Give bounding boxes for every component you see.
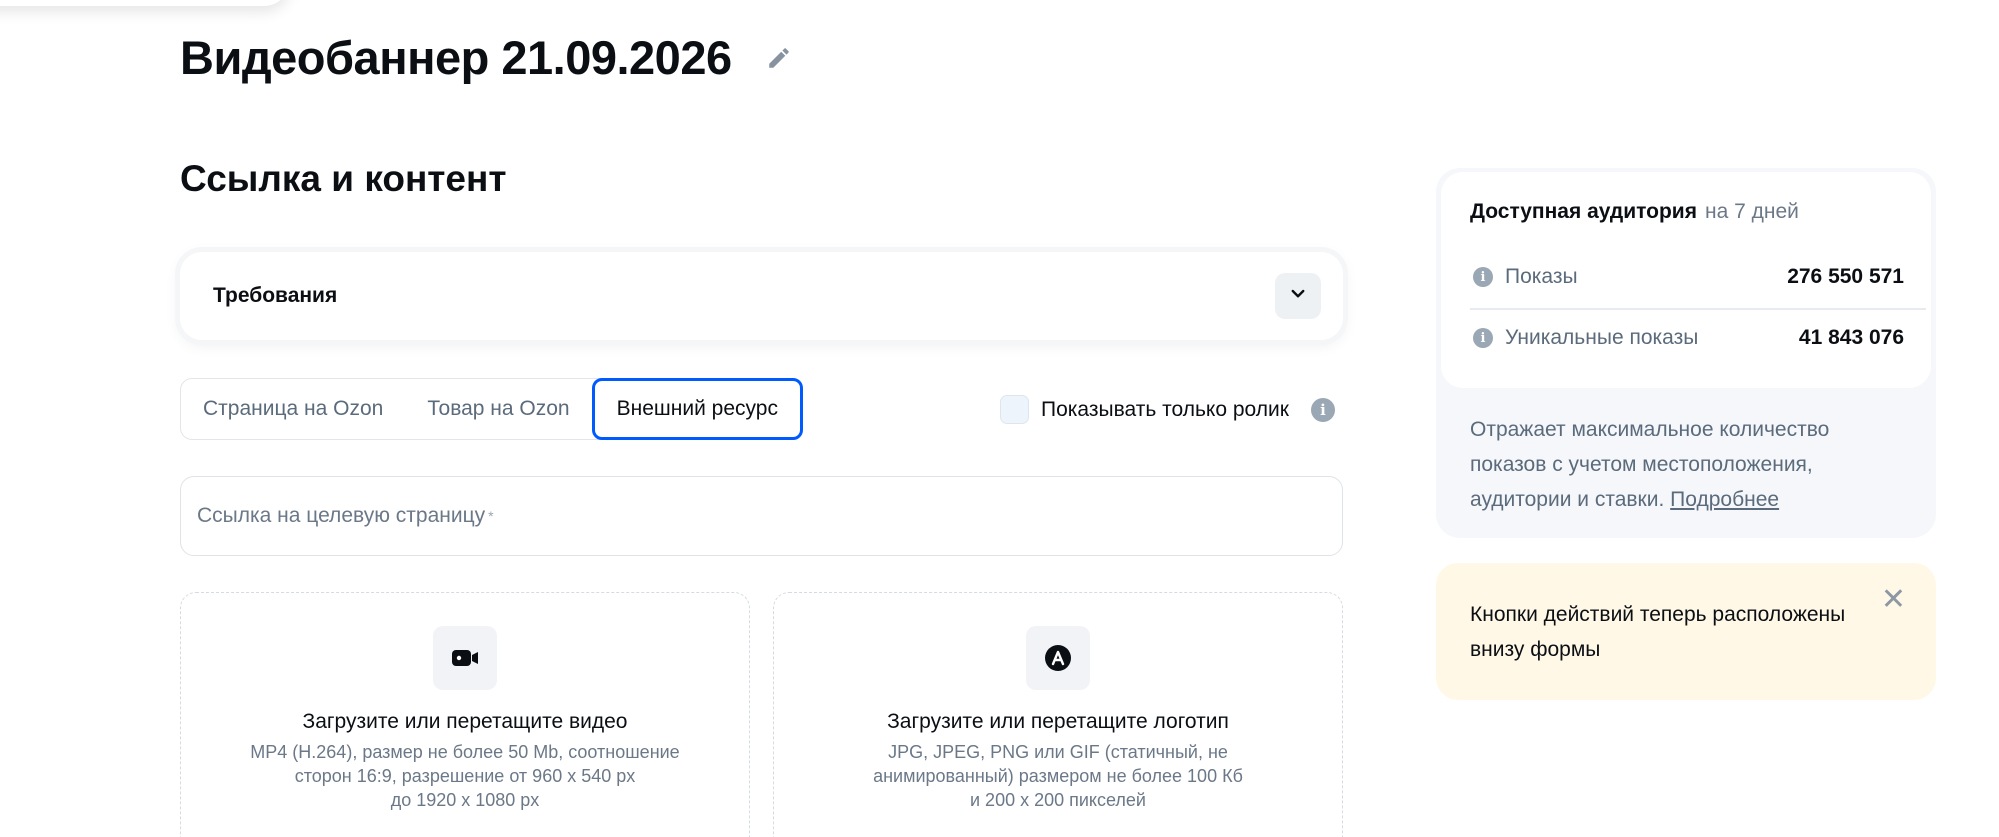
impressions-value: 276 550 571 (1787, 265, 1904, 288)
target-url-input[interactable]: Ссылка на целевую страницу * (180, 476, 1343, 556)
pencil-icon[interactable] (766, 45, 792, 71)
info-icon[interactable]: i (1473, 267, 1493, 287)
requirements-accordion[interactable]: Требования (180, 252, 1343, 340)
logo-upload-desc-line: JPG, JPEG, PNG или GIF (статичный, не (888, 742, 1228, 762)
top-shadow (0, 0, 290, 6)
target-url-placeholder: Ссылка на целевую страницу (197, 504, 486, 527)
audience-period: на 7 дней (1704, 200, 1799, 223)
only-video-label[interactable]: Показывать только ролик (1041, 398, 1289, 422)
video-upload-description: MP4 (H.264), размер не более 50 Mb, соот… (220, 740, 710, 812)
expand-button[interactable] (1275, 273, 1321, 319)
audience-header: Доступная аудитория на 7 дней (1470, 200, 1799, 224)
logo-upload-description: JPG, JPEG, PNG или GIF (статичный, не ан… (813, 740, 1303, 812)
audience-title: Доступная аудитория (1470, 200, 1697, 223)
unique-impressions-value: 41 843 076 (1798, 326, 1904, 349)
logo-a-icon (1026, 626, 1090, 690)
video-camera-icon (433, 626, 497, 690)
video-upload-dropzone[interactable]: Загрузите или перетащите видео MP4 (H.26… (180, 592, 750, 837)
video-upload-desc-line: до 1920 x 1080 px (390, 790, 540, 810)
video-upload-desc-line: MP4 (H.264), размер не более 50 Mb, соот… (250, 742, 680, 762)
video-upload-title: Загрузите или перетащите видео (302, 710, 628, 733)
only-video-checkbox[interactable] (1000, 395, 1029, 424)
audience-row-unique: i Уникальные показы 41 843 076 (1470, 326, 1904, 350)
required-mark: * (488, 508, 494, 524)
divider (1470, 308, 1926, 310)
tab-external-resource[interactable]: Внешний ресурс (591, 378, 803, 440)
unique-impressions-label: Уникальные показы (1505, 326, 1699, 349)
close-icon[interactable]: ✕ (1881, 585, 1906, 615)
chevron-down-icon (1289, 285, 1307, 308)
tab-ozon-page[interactable]: Страница на Ozon (181, 378, 405, 440)
video-upload-desc-line: сторон 16:9, разрешение от 960 x 540 px (294, 766, 636, 786)
page-header: Видеобаннер 21.09.2026 (180, 30, 792, 86)
tab-ozon-product[interactable]: Товар на Ozon (405, 378, 591, 440)
impressions-label: Показы (1505, 265, 1578, 288)
notice-banner: Кнопки действий теперь расположены внизу… (1436, 563, 1936, 700)
audience-row-impressions: i Показы 276 550 571 (1470, 265, 1904, 289)
logo-upload-dropzone[interactable]: Загрузите или перетащите логотип JPG, JP… (773, 592, 1343, 837)
requirements-label: Требования (213, 284, 338, 307)
only-video-option: Показывать только ролик i (1000, 395, 1335, 424)
info-icon[interactable]: i (1473, 328, 1493, 348)
logo-upload-desc-line: анимированный) размером не более 100 Кб (873, 766, 1243, 786)
section-title: Ссылка и контент (180, 158, 507, 199)
more-link[interactable]: Подробнее (1670, 488, 1779, 511)
audience-note: Отражает максимальное количество показов… (1470, 412, 1890, 517)
logo-upload-desc-line: и 200 x 200 пикселей (970, 790, 1146, 810)
info-icon[interactable]: i (1310, 397, 1335, 422)
logo-upload-title: Загрузите или перетащите логотип (887, 710, 1229, 733)
link-type-tabs: Страница на Ozon Товар на Ozon Внешний р… (180, 378, 803, 440)
notice-text: Кнопки действий теперь расположены внизу… (1470, 603, 1846, 661)
page-title: Видеобаннер 21.09.2026 (180, 31, 732, 84)
